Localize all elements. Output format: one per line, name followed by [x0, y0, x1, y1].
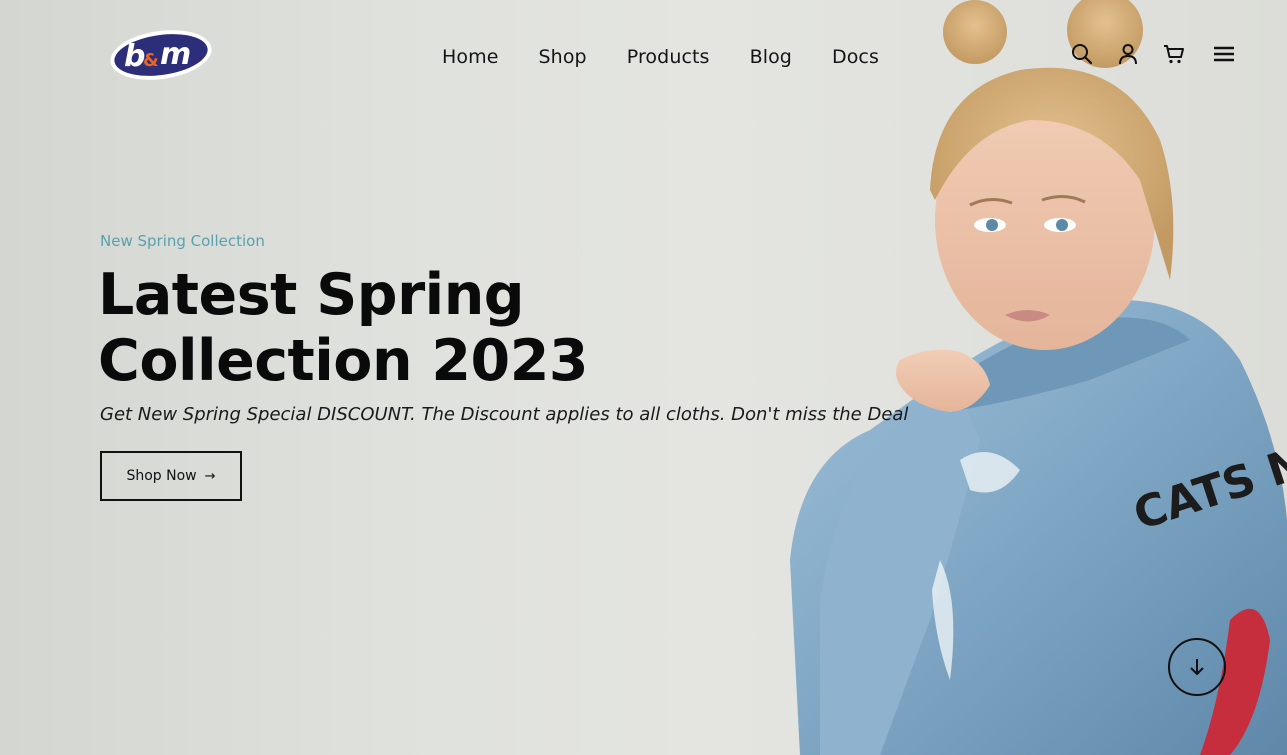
- hero-title-line2: Collection 2023: [98, 328, 589, 394]
- user-icon[interactable]: [1116, 42, 1140, 66]
- shop-now-button[interactable]: Shop Now →: [100, 451, 242, 501]
- header-actions: [1070, 42, 1236, 66]
- menu-icon[interactable]: [1212, 42, 1236, 66]
- shop-now-label: Shop Now: [126, 468, 197, 484]
- search-icon[interactable]: [1070, 42, 1094, 66]
- svg-text:&: &: [143, 50, 159, 71]
- hero-section: CATS NOW b & m Home Shop Products Blog D…: [0, 0, 1287, 755]
- arrow-down-icon: [1190, 659, 1204, 675]
- main-nav: Home Shop Products Blog Docs: [442, 46, 879, 68]
- arrow-right-icon: →: [204, 468, 216, 484]
- nav-products[interactable]: Products: [627, 46, 710, 68]
- site-header: b & m Home Shop Products Blog Docs: [0, 0, 1287, 118]
- nav-blog[interactable]: Blog: [750, 46, 792, 68]
- hero-title: Latest Spring Collection 2023: [98, 262, 698, 394]
- svg-text:m: m: [160, 37, 191, 72]
- cart-icon[interactable]: [1162, 42, 1186, 66]
- nav-home[interactable]: Home: [442, 46, 499, 68]
- hero-subtitle: Get New Spring Special DISCOUNT. The Dis…: [100, 404, 909, 425]
- nav-shop[interactable]: Shop: [539, 46, 587, 68]
- scroll-down-button[interactable]: [1168, 638, 1226, 696]
- brand-logo[interactable]: b & m: [108, 26, 214, 84]
- nav-docs[interactable]: Docs: [832, 46, 879, 68]
- hero-title-line1: Latest Spring: [98, 262, 525, 328]
- hero-eyebrow: New Spring Collection: [100, 232, 265, 250]
